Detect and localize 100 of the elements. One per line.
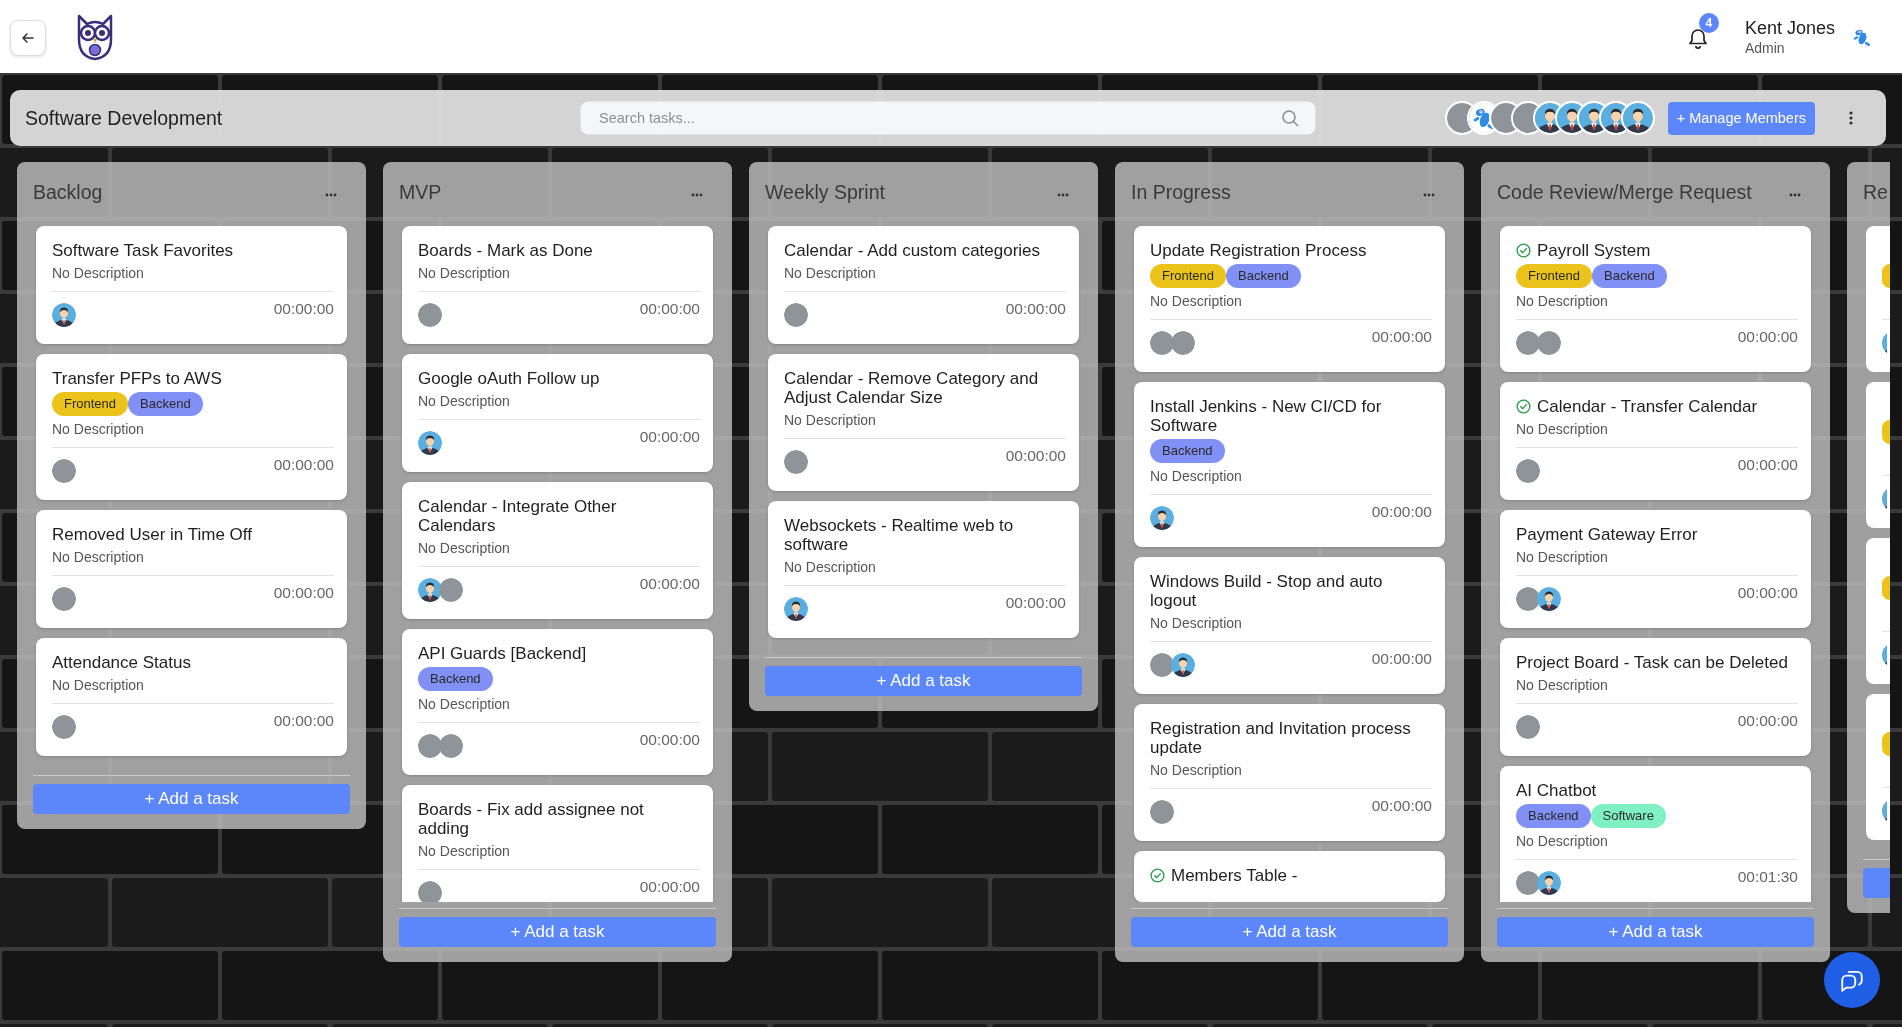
column-title: MVP xyxy=(399,180,442,204)
task-description: No Description xyxy=(1516,832,1608,850)
task-description: No Description xyxy=(1150,614,1242,632)
category-tag: Frontend xyxy=(1516,264,1593,288)
column-title: Re xyxy=(1863,180,1888,204)
task-title: Payment Gateway Error xyxy=(1516,525,1698,544)
task-title: Members Table - xyxy=(1171,866,1298,885)
default-avatar-icon xyxy=(418,431,442,455)
task-timer: 00:00:00 xyxy=(1371,504,1432,520)
task-title: Boards - Fix add assignee not adding xyxy=(418,800,645,838)
task-timer: 00:00:00 xyxy=(1371,651,1432,667)
task-description: No Description xyxy=(1516,676,1608,694)
task-title: Removed User in Time Off xyxy=(52,525,252,544)
search-field[interactable]: Search tasks... xyxy=(580,101,1316,135)
task-title: API Guards [Backend] xyxy=(418,644,587,663)
more-options-icon[interactable] xyxy=(1849,110,1853,126)
task-title: Calendar - Remove Category and Adjust Calendar Size xyxy=(784,369,1040,407)
task-title: Google oAuth Follow up xyxy=(418,369,600,388)
task-card[interactable]: Google oAuth Follow up No Description 00:00:00 xyxy=(402,354,713,472)
task-description: No Description xyxy=(52,420,144,438)
task-description: No Description xyxy=(1516,292,1608,310)
task-card[interactable]: Websockets - Realtime web to software No Description 00:00:00 xyxy=(768,501,1079,638)
task-card[interactable]: Payment Gateway Error No Description 00:00:00 xyxy=(1500,510,1811,628)
task-title: Websockets - Realtime web to software xyxy=(784,516,1015,554)
column-menu-icon[interactable] xyxy=(1423,193,1435,197)
task-title: Update Registration Process xyxy=(1150,241,1367,260)
avatar-photo-placeholder xyxy=(418,881,442,902)
task-card[interactable]: Boards - Mark as Done No Description 00:00:00 xyxy=(402,226,713,344)
task-timer: 00:00:00 xyxy=(273,585,334,601)
task-card[interactable]: Software Task Favorites No Description 00:00:00 xyxy=(36,226,347,344)
task-description: No Description xyxy=(52,548,144,566)
task-timer: 00:00:00 xyxy=(639,429,700,445)
task-card[interactable]: Removed User in Time Off No Description 00:00:00 xyxy=(36,510,347,628)
category-tag: Backend xyxy=(1516,804,1591,828)
task-card[interactable]: Calendar - Remove Category and Adjust Calendar Size No Description 00:00:00 xyxy=(768,354,1079,491)
avatar-photo-placeholder xyxy=(784,450,808,474)
task-card[interactable]: Boards - Fix add assignee not adding No Description 00:00:00 xyxy=(402,785,713,902)
column-title: Code Review/Merge Request xyxy=(1497,180,1752,204)
task-card[interactable]: Attendance Status No Description 00:00:00 xyxy=(36,638,347,756)
column-menu-icon[interactable] xyxy=(325,193,337,197)
default-avatar-icon xyxy=(1882,643,1887,667)
task-card[interactable]: Calendar - Add custom categories No Description 00:00:00 xyxy=(768,226,1079,344)
avatar-photo-placeholder xyxy=(52,715,76,739)
task-description: No Description xyxy=(418,695,510,713)
notification-bell-icon[interactable] xyxy=(1687,27,1708,50)
task-timer: 00:00:00 xyxy=(1737,329,1798,345)
task-card[interactable]: Registration and Invitation process update No Description 00:00:00 xyxy=(1134,704,1445,841)
search-icon xyxy=(1281,109,1299,127)
task-title: Calendar - Add custom categories xyxy=(784,241,1041,260)
task-description: No Description xyxy=(418,539,510,557)
avatar-photo-placeholder xyxy=(784,303,808,327)
default-avatar-icon xyxy=(1882,331,1887,355)
task-card[interactable]: Calendar - Integrate Other Calendars No Description 00:00:00 xyxy=(402,482,713,619)
avatar-photo-placeholder xyxy=(1516,459,1540,483)
default-avatar-icon xyxy=(52,303,76,327)
user-role: Admin xyxy=(1744,38,1785,57)
task-timer: 00:01:30 xyxy=(1737,869,1798,885)
task-description: No Description xyxy=(52,676,144,694)
task-card[interactable]: Members Table - xyxy=(1134,851,1445,902)
task-title: Transfer PFPs to AWS xyxy=(52,369,222,388)
avatar-photo-placeholder xyxy=(1150,653,1174,677)
task-card[interactable]: Project Board - Task can be Deleted No Description 00:00:00 xyxy=(1500,638,1811,756)
task-card[interactable]: AI Chatbot Backend Software No Description 00:01:30 xyxy=(1500,766,1811,902)
task-card[interactable]: Update Registration Process Frontend Backend No Description 00:00:00 xyxy=(1134,226,1445,372)
task-description: No Description xyxy=(418,264,510,282)
avatar-photo-placeholder xyxy=(1516,331,1540,355)
column-menu-icon[interactable] xyxy=(1789,193,1801,197)
default-avatar-icon xyxy=(1537,587,1561,611)
avatar-photo-placeholder xyxy=(1516,715,1540,739)
default-avatar-icon xyxy=(1620,101,1655,135)
task-timer: 00:00:00 xyxy=(639,732,700,748)
task-title: Calendar - Integrate Other Calendars xyxy=(418,497,618,535)
task-description: No Description xyxy=(52,264,144,282)
task-description: No Description xyxy=(1516,420,1608,438)
column-menu-icon[interactable] xyxy=(691,193,703,197)
category-tag: Backend xyxy=(418,667,493,691)
task-card[interactable]: API Guards [Backend] Backend No Description 00:00:00 xyxy=(402,629,713,775)
task-card[interactable]: Calendar - Transfer Calendar No Description 00:00:00 xyxy=(1500,382,1811,500)
task-card[interactable]: Payroll System Frontend Backend No Description 00:00:00 xyxy=(1500,226,1811,372)
category-tag: Backend xyxy=(1592,264,1667,288)
task-title: Windows Build - Stop and auto logout xyxy=(1150,572,1384,610)
task-title: Boards - Mark as Done xyxy=(418,241,593,260)
task-timer: 00:00:00 xyxy=(1371,798,1432,814)
task-title: Attendance Status xyxy=(52,653,191,672)
task-card[interactable]: Windows Build - Stop and auto logout No Description 00:00:00 xyxy=(1134,557,1445,694)
column-menu-icon[interactable] xyxy=(1057,193,1069,197)
task-description: No Description xyxy=(1516,548,1608,566)
back-button[interactable] xyxy=(10,19,46,56)
task-description: No Description xyxy=(784,558,876,576)
avatar-photo-placeholder xyxy=(439,578,463,602)
task-card[interactable]: Install Jenkins - New CI/CD for Software Backend No Description 00:00:00 xyxy=(1134,382,1445,547)
task-description: No Description xyxy=(1150,467,1242,485)
column-title: Weekly Sprint xyxy=(765,180,885,204)
board-title: Software Development xyxy=(25,106,223,130)
default-avatar-icon xyxy=(784,597,808,621)
task-title: Software Task Favorites xyxy=(52,241,234,260)
task-timer: 00:00:00 xyxy=(1005,448,1066,464)
task-card[interactable]: Transfer PFPs to AWS Frontend Backend No Description 00:00:00 xyxy=(36,354,347,500)
task-timer: 00:00:00 xyxy=(639,301,700,317)
task-title: Payroll System xyxy=(1537,241,1651,260)
